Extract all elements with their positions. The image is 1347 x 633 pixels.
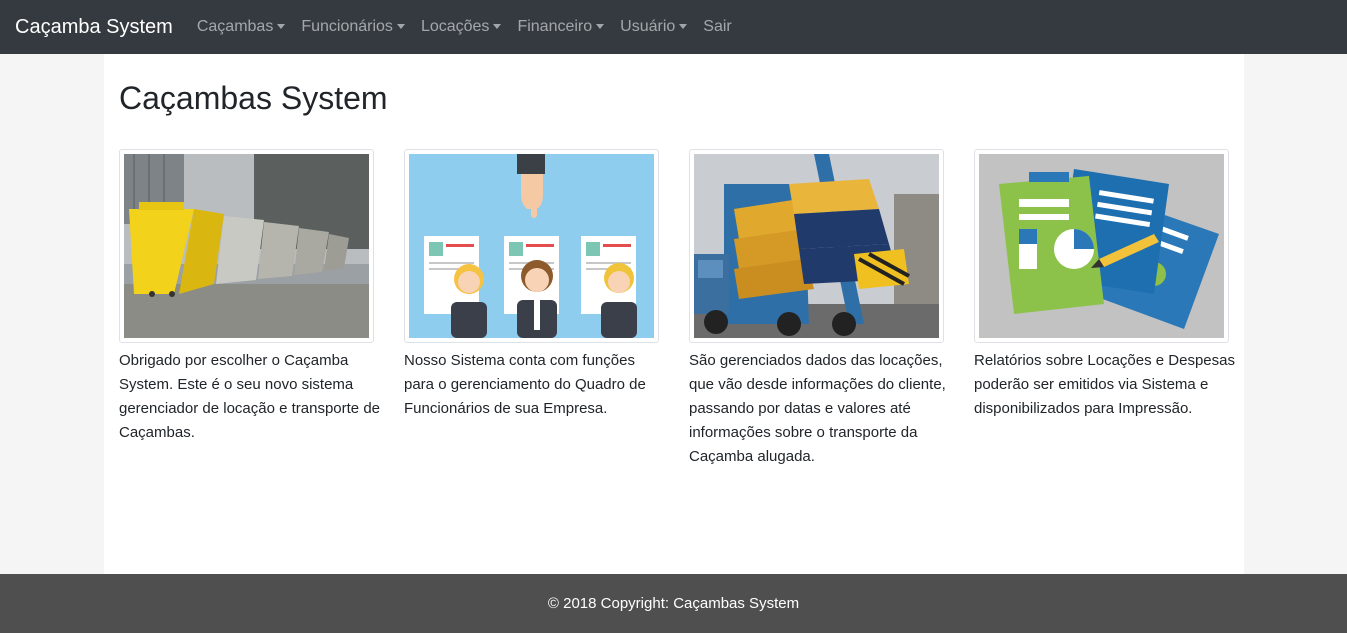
feature-card-locacoes: São gerenciados dados das locações, que … [689,149,946,469]
navbar: Caçamba System Caçambas Funcionários Loc… [0,0,1347,54]
feature-card-relatorios: Relatórios sobre Locações e Despesas pod… [974,149,1235,421]
main-container: Caçambas System Obrigado por escolher o … [104,54,1244,574]
footer: © 2018 Copyright: Caçambas System [0,574,1347,633]
nav-dropdown-financeiro[interactable]: Financeiro [509,18,612,36]
nav-dropdown-locacoes[interactable]: Locações [413,18,510,36]
nav-label: Funcionários [301,18,393,35]
image-thumbnail [119,149,374,343]
dumpster-truck-image [694,154,939,338]
nav-dropdown-cacambas[interactable]: Caçambas [189,18,293,36]
caret-down-icon [493,23,502,29]
nav-label: Caçambas [196,18,274,35]
card-description: Relatórios sobre Locações e Despesas pod… [974,352,1235,417]
caret-down-icon [396,23,405,29]
caret-down-icon [679,23,688,29]
nav-dropdown-funcionarios[interactable]: Funcionários [293,18,413,36]
card-description: São gerenciados dados das locações, que … [689,352,946,465]
feature-card-funcionarios: Nosso Sistema conta com funções para o g… [404,149,659,421]
image-thumbnail [404,149,659,343]
nav-label: Usuário [620,18,676,35]
copyright-text: © 2018 Copyright: Caçambas System [547,595,800,612]
page-title: Caçambas System [119,80,388,116]
image-thumbnail [689,149,944,343]
nav-label: Sair [703,18,732,35]
card-description: Obrigado por escolher o Caçamba System. … [119,352,381,441]
nav-label: Locações [420,18,490,35]
yellow-dumpsters-image [124,154,369,338]
nav-link-sair[interactable]: Sair [695,18,739,36]
employees-illustration [409,154,654,338]
card-description: Nosso Sistema conta com funções para o g… [404,352,646,417]
brand-link[interactable]: Caçamba System [15,16,173,39]
caret-down-icon [596,23,605,29]
image-thumbnail [974,149,1229,343]
caret-down-icon [277,23,286,29]
feature-card-cacambas: Obrigado por escolher o Caçamba System. … [119,149,380,445]
nav-dropdown-usuario[interactable]: Usuário [612,18,695,36]
reports-illustration [979,154,1224,338]
nav-label: Financeiro [517,18,593,35]
